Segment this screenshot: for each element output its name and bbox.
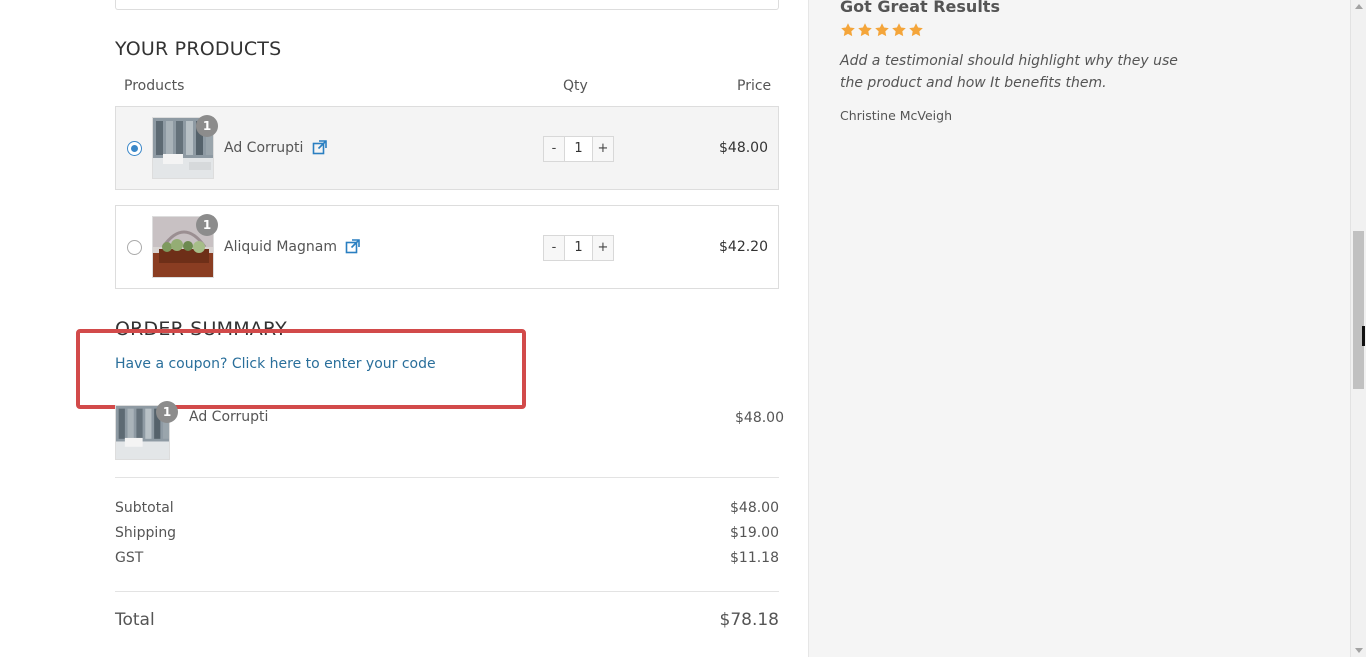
shipping-row: Shipping $19.00 [115,525,779,541]
star-icon [858,23,872,37]
scroll-up-icon[interactable] [1355,4,1363,9]
quantity-stepper[interactable]: - 1 + [543,235,614,261]
divider [115,591,779,592]
subtotal-value: $48.00 [730,500,779,516]
quantity-badge: 1 [196,115,218,137]
product-price: $48.00 [719,140,768,156]
product-name-text[interactable]: Ad Corrupti [224,140,303,156]
quantity-badge: 1 [156,401,178,423]
summary-item-price: $48.00 [735,410,784,426]
total-row: Total $78.18 [115,610,779,630]
shipping-label: Shipping [115,525,177,541]
total-value: $78.18 [719,610,779,630]
previous-section-box [115,0,779,10]
divider [115,477,779,478]
product-name[interactable]: Aliquid Magnam [224,239,361,255]
product-price: $42.20 [719,239,768,255]
product-name-text[interactable]: Aliquid Magnam [224,239,337,255]
highlight-box [76,329,526,409]
quantity-value[interactable]: 1 [564,137,593,161]
qty-column-header: Qty [563,78,588,94]
testimonial-text: Add a testimonial should highlight why t… [840,53,1178,91]
quantity-value[interactable]: 1 [564,236,593,260]
tax-row: GST $11.18 [115,550,779,566]
total-label: Total [115,610,155,630]
product-row[interactable]: 1 Aliquid Magnam - 1 + $42.20 [115,205,779,289]
tax-value: $11.18 [730,550,779,566]
subtotal-label: Subtotal [115,500,174,516]
quantity-stepper[interactable]: - 1 + [543,136,614,162]
sidebar [808,0,1350,657]
scrollbar-thumb[interactable] [1353,231,1364,389]
subtotal-row: Subtotal $48.00 [115,500,779,516]
products-section-title: YOUR PRODUCTS [115,38,282,60]
external-link-icon[interactable] [345,239,361,254]
summary-item-name: Ad Corrupti [189,409,269,425]
star-icon [841,23,855,37]
decrease-qty-button[interactable]: - [544,137,564,161]
testimonial-author: Christine McVeigh [840,108,952,123]
star-icon [909,23,923,37]
product-row[interactable]: 1 Ad Corrupti - 1 + $48.00 [115,106,779,190]
checkout-main: YOUR PRODUCTS Products Qty Price 1 Ad Co… [0,0,808,657]
shipping-value: $19.00 [730,525,779,541]
scroll-down-icon[interactable] [1355,648,1363,653]
rating-stars [840,22,924,38]
price-column-header: Price [737,78,772,94]
decrease-qty-button[interactable]: - [544,236,564,260]
increase-qty-button[interactable]: + [593,236,613,260]
text-cursor-icon [1362,326,1365,346]
products-column-header: Products [124,78,185,94]
product-radio[interactable] [127,141,142,156]
testimonial-title: Got Great Results [840,0,1000,16]
product-radio[interactable] [127,240,142,255]
quantity-badge: 1 [196,214,218,236]
increase-qty-button[interactable]: + [593,137,613,161]
tax-label: GST [115,550,144,566]
star-icon [875,23,889,37]
product-name[interactable]: Ad Corrupti [224,140,327,156]
star-icon [892,23,906,37]
external-link-icon[interactable] [312,140,327,155]
